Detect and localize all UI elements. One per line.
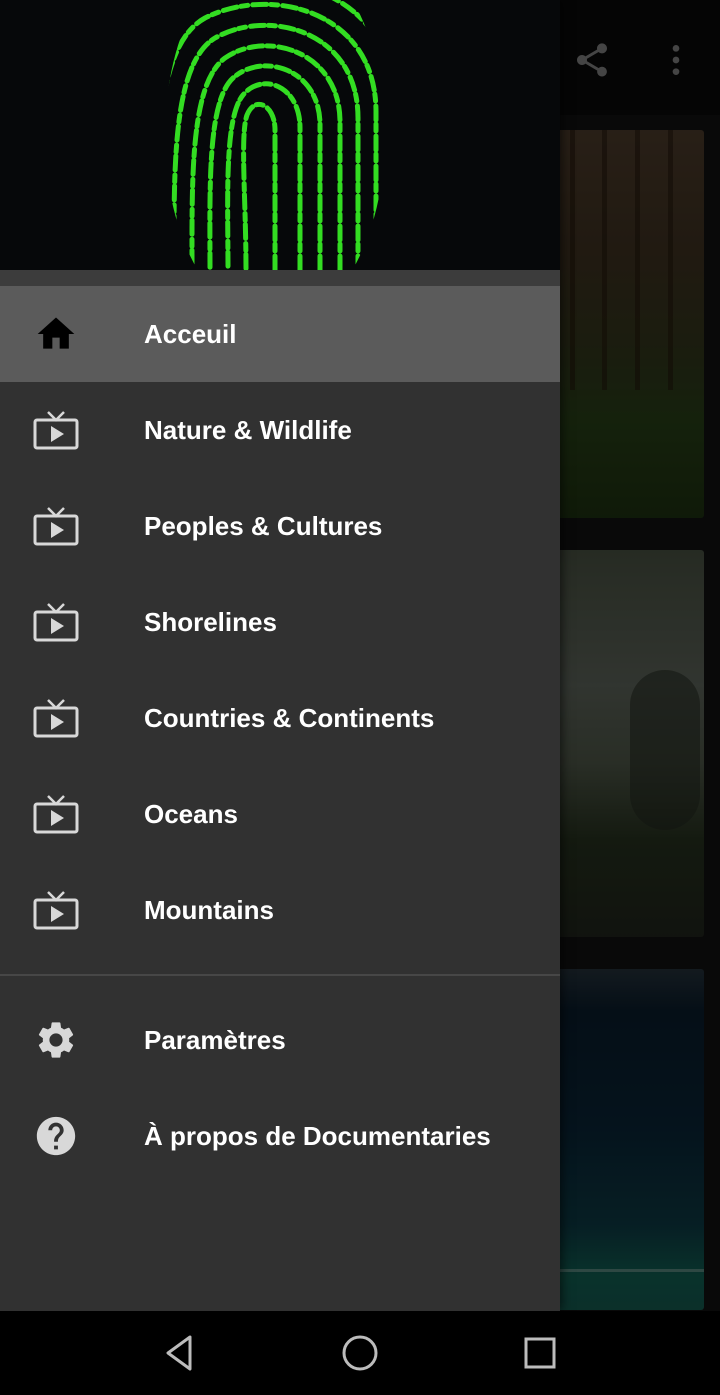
menu-item-label: Peoples & Cultures — [144, 511, 383, 541]
back-triangle-icon — [166, 1335, 192, 1371]
menu-item-label: À propos de Documentaries — [144, 1121, 491, 1151]
tv-play-icon — [32, 792, 80, 836]
menu-item-label: Shorelines — [144, 607, 277, 637]
back-button[interactable] — [155, 1328, 205, 1378]
drawer-header — [0, 0, 560, 270]
menu-item-mountains[interactable]: Mountains — [0, 862, 560, 958]
home-icon — [32, 312, 80, 356]
help-circle-icon — [32, 1114, 80, 1158]
menu-item-label: Mountains — [144, 895, 274, 925]
tv-play-icon — [32, 504, 80, 548]
menu-item-oceans[interactable]: Oceans — [0, 766, 560, 862]
menu-item-peoples-cultures[interactable]: Peoples & Cultures — [0, 478, 560, 574]
menu-item-settings[interactable]: Paramètres — [0, 992, 560, 1088]
menu-item-about[interactable]: À propos de Documentaries — [0, 1088, 560, 1184]
menu-item-label: Nature & Wildlife — [144, 415, 352, 445]
system-nav-bar — [0, 1311, 720, 1395]
menu-item-acceuil[interactable]: Acceuil — [0, 286, 560, 382]
menu-divider — [0, 974, 560, 976]
tv-play-icon — [32, 600, 80, 644]
tv-play-icon — [32, 696, 80, 740]
home-circle-icon — [342, 1335, 378, 1371]
header-divider — [0, 270, 560, 286]
menu-item-shorelines[interactable]: Shorelines — [0, 574, 560, 670]
navigation-drawer: Acceuil Nature & Wildlife Peoples & Cult… — [0, 0, 560, 1311]
menu-item-nature-wildlife[interactable]: Nature & Wildlife — [0, 382, 560, 478]
menu-item-label: Oceans — [144, 799, 238, 829]
menu-item-countries-continents[interactable]: Countries & Continents — [0, 670, 560, 766]
menu-item-label: Paramètres — [144, 1025, 286, 1055]
home-button[interactable] — [335, 1328, 385, 1378]
fingerprint-logo — [165, 0, 385, 270]
tv-play-icon — [32, 888, 80, 932]
recents-button[interactable] — [515, 1328, 565, 1378]
recents-square-icon — [524, 1337, 556, 1369]
menu-item-label: Countries & Continents — [144, 703, 435, 733]
tv-play-icon — [32, 408, 80, 452]
menu-item-label: Acceuil — [144, 319, 237, 349]
settings-gear-icon — [32, 1018, 80, 1062]
